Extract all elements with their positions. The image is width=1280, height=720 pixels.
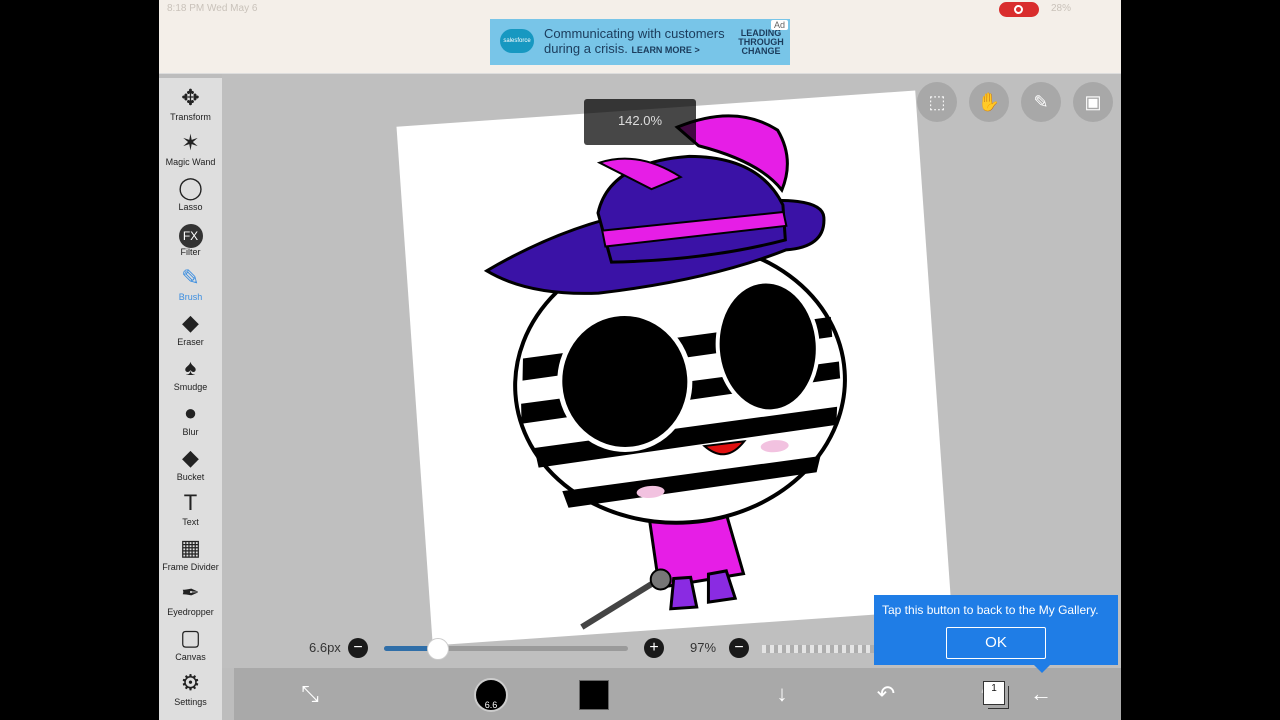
smudge-icon: ♠ [184, 355, 197, 380]
material-button[interactable]: ▣ [1073, 82, 1113, 122]
back-arrow-icon: ← [1030, 681, 1052, 706]
tool-text[interactable]: T Text [159, 489, 222, 534]
tooltip-message: Tap this button to back to the My Galler… [882, 603, 1099, 617]
tool-label: Blur [182, 427, 199, 437]
canvas-area[interactable] [222, 74, 1121, 668]
ad-bar: salesforce Communicating with customers … [159, 18, 1121, 74]
brush-icon: ✎ [181, 265, 200, 290]
brush-size-slider-knob[interactable] [426, 638, 449, 660]
download-icon: ↓ [776, 681, 788, 706]
brush-preview-button[interactable]: 6.6 [474, 678, 508, 712]
brush-preview-label: 6.6 [484, 700, 498, 710]
opacity-decrease-button[interactable]: − [729, 638, 749, 658]
move-icon: ✥ [181, 85, 200, 110]
layer-count: 1 [991, 683, 997, 694]
tool-lasso[interactable]: ◯ Lasso [159, 174, 222, 219]
color-chip[interactable] [579, 680, 609, 710]
tool-label: Magic Wand [165, 157, 216, 167]
ipad-screen: 8:18 PM Wed May 6 28% salesforce Communi… [159, 0, 1121, 720]
layers-swap-button[interactable]: ⤡ [292, 676, 328, 712]
record-indicator-icon [999, 2, 1039, 17]
brush-opacity-value: 97% [690, 640, 717, 655]
selection-icon: ⬚ [928, 92, 946, 112]
tool-label: Frame Divider [162, 562, 219, 572]
drawing-canvas[interactable] [396, 90, 952, 646]
tool-label: Canvas [175, 652, 206, 662]
layers-swap-icon: ⤡ [301, 681, 319, 706]
ad-banner[interactable]: salesforce Communicating with customers … [490, 19, 790, 65]
tool-settings[interactable]: ⚙ Settings [159, 669, 222, 714]
tool-label: Eyedropper [167, 607, 214, 617]
status-time: 8:18 PM Wed May 6 [167, 3, 258, 14]
tool-brush[interactable]: ✎ Brush [159, 264, 222, 309]
art-sword [580, 577, 661, 630]
tool-label: Smudge [173, 382, 208, 392]
tool-label: Lasso [178, 202, 203, 212]
text-icon: T [183, 490, 198, 515]
fx-badge: FX [178, 224, 203, 248]
image-icon: ▣ [1084, 92, 1102, 112]
canvas-icon: ▢ [180, 625, 201, 650]
brush-size-decrease-button[interactable]: − [348, 638, 368, 658]
zoom-indicator: 142.0% [584, 99, 696, 145]
tooltip-ok-button[interactable]: OK [946, 627, 1046, 659]
tool-blur[interactable]: ● Blur [159, 399, 222, 444]
status-bar: 8:18 PM Wed May 6 28% [159, 0, 1121, 18]
selection-button[interactable]: ⬚ [917, 82, 957, 122]
tool-bucket[interactable]: ◆ Bucket [159, 444, 222, 489]
download-button[interactable]: ↓ [764, 676, 800, 712]
drop-icon: ● [183, 400, 198, 425]
tool-transform[interactable]: ✥ Transform [159, 84, 222, 129]
brush-size-slider[interactable] [384, 638, 628, 660]
hand-icon: ✋ [977, 92, 1001, 112]
brush-size-increase-button[interactable]: + [644, 638, 664, 658]
tool-label: Text [182, 517, 199, 527]
tool-filter[interactable]: FX Filter [159, 219, 222, 264]
tool-canvas[interactable]: ▢ Canvas [159, 624, 222, 669]
tool-label: Bucket [176, 472, 205, 482]
bottom-toolbar: ⤡ 6.6 ↓ ↶ ↷ 1 ← [234, 668, 1121, 720]
art-sword-guard [649, 568, 672, 591]
magic-wand-icon: ✶ [181, 130, 200, 155]
undo-icon: ↶ [876, 681, 896, 706]
tool-label: Transform [170, 112, 211, 122]
gallery-hint-tooltip: Tap this button to back to the My Galler… [874, 595, 1118, 673]
tool-frame-divider[interactable]: ▦ Frame Divider [159, 534, 222, 579]
fx-icon: FX [159, 219, 222, 248]
tool-label: Eraser [177, 337, 204, 347]
battery-level: 28% [1051, 3, 1072, 14]
tool-sidebar: ✥ Transform ✶ Magic Wand ◯ Lasso FX Filter ✎ Brus… [159, 78, 222, 720]
hand-button[interactable]: ✋ [969, 82, 1009, 122]
lasso-icon: ◯ [178, 175, 203, 200]
tool-magic-wand[interactable]: ✶ Magic Wand [159, 129, 222, 174]
tooltip-tail [1034, 665, 1050, 673]
ad-text: Communicating with customers during a cr… [544, 26, 734, 58]
eraser-icon: ◆ [182, 310, 199, 335]
gear-icon: ⚙ [180, 670, 201, 695]
back-button[interactable]: ← [1023, 676, 1059, 712]
ruler-button[interactable]: ✎ [1021, 82, 1061, 122]
artwork [483, 114, 847, 630]
tool-label: Brush [178, 292, 203, 302]
tool-eraser[interactable]: ◆ Eraser [159, 309, 222, 354]
tool-label: Settings [174, 697, 207, 707]
tool-eyedropper[interactable]: ✒ Eyedropper [159, 579, 222, 624]
salesforce-logo: salesforce [500, 29, 534, 53]
tool-smudge[interactable]: ♠ Smudge [159, 354, 222, 399]
ad-tagline: LEADING THROUGH CHANGE [738, 28, 784, 56]
opacity-slider[interactable] [762, 645, 892, 653]
brush-size-value: 6.6px [309, 640, 341, 655]
ruler-icon: ✎ [1033, 92, 1049, 112]
ad-badge[interactable]: Ad [770, 20, 788, 30]
layers-button[interactable]: 1 [983, 681, 1009, 709]
eyedropper-icon: ✒ [181, 580, 200, 605]
bucket-icon: ◆ [182, 445, 199, 470]
ad-cta[interactable]: LEARN MORE > [631, 45, 699, 55]
undo-button[interactable]: ↶ [868, 676, 904, 712]
frame-divider-icon: ▦ [180, 535, 201, 560]
tool-label: Filter [180, 247, 201, 257]
